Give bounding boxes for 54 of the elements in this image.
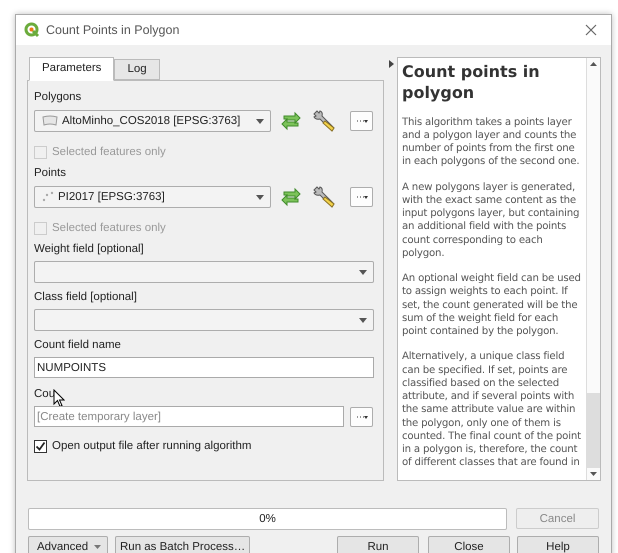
checkbox-label: Open output file after running algorithm — [52, 440, 252, 452]
tab[interactable]: Parameters — [29, 57, 114, 81]
more-button[interactable] — [350, 187, 373, 207]
scrollbar[interactable] — [586, 58, 600, 480]
output-field[interactable]: [Create temporary layer] — [34, 406, 344, 427]
progress-text: 0% — [259, 513, 276, 525]
ellipsis-icon — [356, 118, 368, 124]
scroll-down-icon[interactable] — [590, 472, 597, 476]
help-paragraph: An optional weight field can be used to assign weights to each point. If set, the count generated will be the sum of the weight field for each point contained by the polygon. — [402, 272, 582, 338]
point-layer-icon — [41, 191, 55, 203]
dialog-button[interactable]: Run as Batch Process… — [115, 536, 250, 553]
help-paragraph: This algorithm takes a points layer and a polygon layer and counts the number of points from the first one in each polygons of the second one. — [402, 116, 580, 169]
dialog-button[interactable]: Help — [517, 536, 599, 553]
layer-dropdown[interactable]: PI2017 [EPSG:3763] — [34, 186, 271, 208]
field-label: Polygons — [34, 91, 82, 103]
dropdown-button[interactable]: Advanced — [28, 536, 108, 553]
field-label: Points — [34, 167, 66, 179]
field-dropdown[interactable] — [34, 261, 374, 283]
scrollbar-thumb[interactable] — [587, 393, 600, 468]
dialog-button[interactable]: Close — [428, 536, 510, 553]
help-paragraph: Alternatively, a unique class field can be specified. If set, points are classified based on the selected attribute, and if several points with the same attribute value are within the polygon, only one of them is counted. The final count of the point in a polygon is, therefore, the count of different classes that are found in — [402, 350, 582, 470]
help-paragraph: A new polygons layer is generated, with the exact same content as the input polygons layer, but containing an additional field with the points count corresponding to each polygon. — [402, 180, 580, 260]
caret-icon — [94, 544, 101, 548]
more-button[interactable] — [350, 111, 373, 131]
refresh-icon[interactable] — [279, 110, 303, 132]
polygon-layer-icon — [41, 115, 59, 127]
window-title: Count Points in Polygon — [46, 23, 180, 37]
wrench-icon[interactable] — [311, 185, 337, 209]
caret-icon — [359, 270, 367, 274]
scroll-up-icon[interactable] — [590, 62, 597, 66]
dialog-button[interactable]: Run — [337, 536, 419, 553]
collapse-arrow-icon[interactable] — [388, 60, 394, 68]
ellipsis-icon — [356, 194, 368, 200]
layer-dropdown[interactable]: AltoMinho_COS2018 [EPSG:3763] — [34, 110, 271, 132]
help-title: Count points in polygon — [402, 62, 541, 104]
field-label: Weight field [optional] — [34, 243, 144, 255]
ellipsis-icon — [356, 414, 368, 420]
checkbox-label: Selected features only — [52, 222, 166, 234]
field-dropdown[interactable] — [34, 309, 374, 331]
refresh-icon[interactable] — [279, 186, 303, 208]
more-button[interactable] — [350, 406, 373, 426]
app-logo-icon — [24, 22, 40, 38]
field-label: Class field [optional] — [34, 291, 137, 303]
caret-icon — [256, 194, 264, 200]
tab[interactable]: Log — [114, 59, 160, 80]
field-label: Count field name — [34, 339, 121, 351]
checkbox-label: Selected features only — [52, 146, 166, 158]
close-icon[interactable] — [585, 24, 597, 36]
caret-icon — [256, 118, 264, 124]
checkbox[interactable] — [34, 440, 47, 452]
text-field[interactable]: NUMPOINTS — [34, 357, 374, 378]
mouse-cursor-icon — [53, 389, 66, 408]
caret-icon — [359, 318, 367, 322]
wrench-icon[interactable] — [311, 109, 337, 133]
